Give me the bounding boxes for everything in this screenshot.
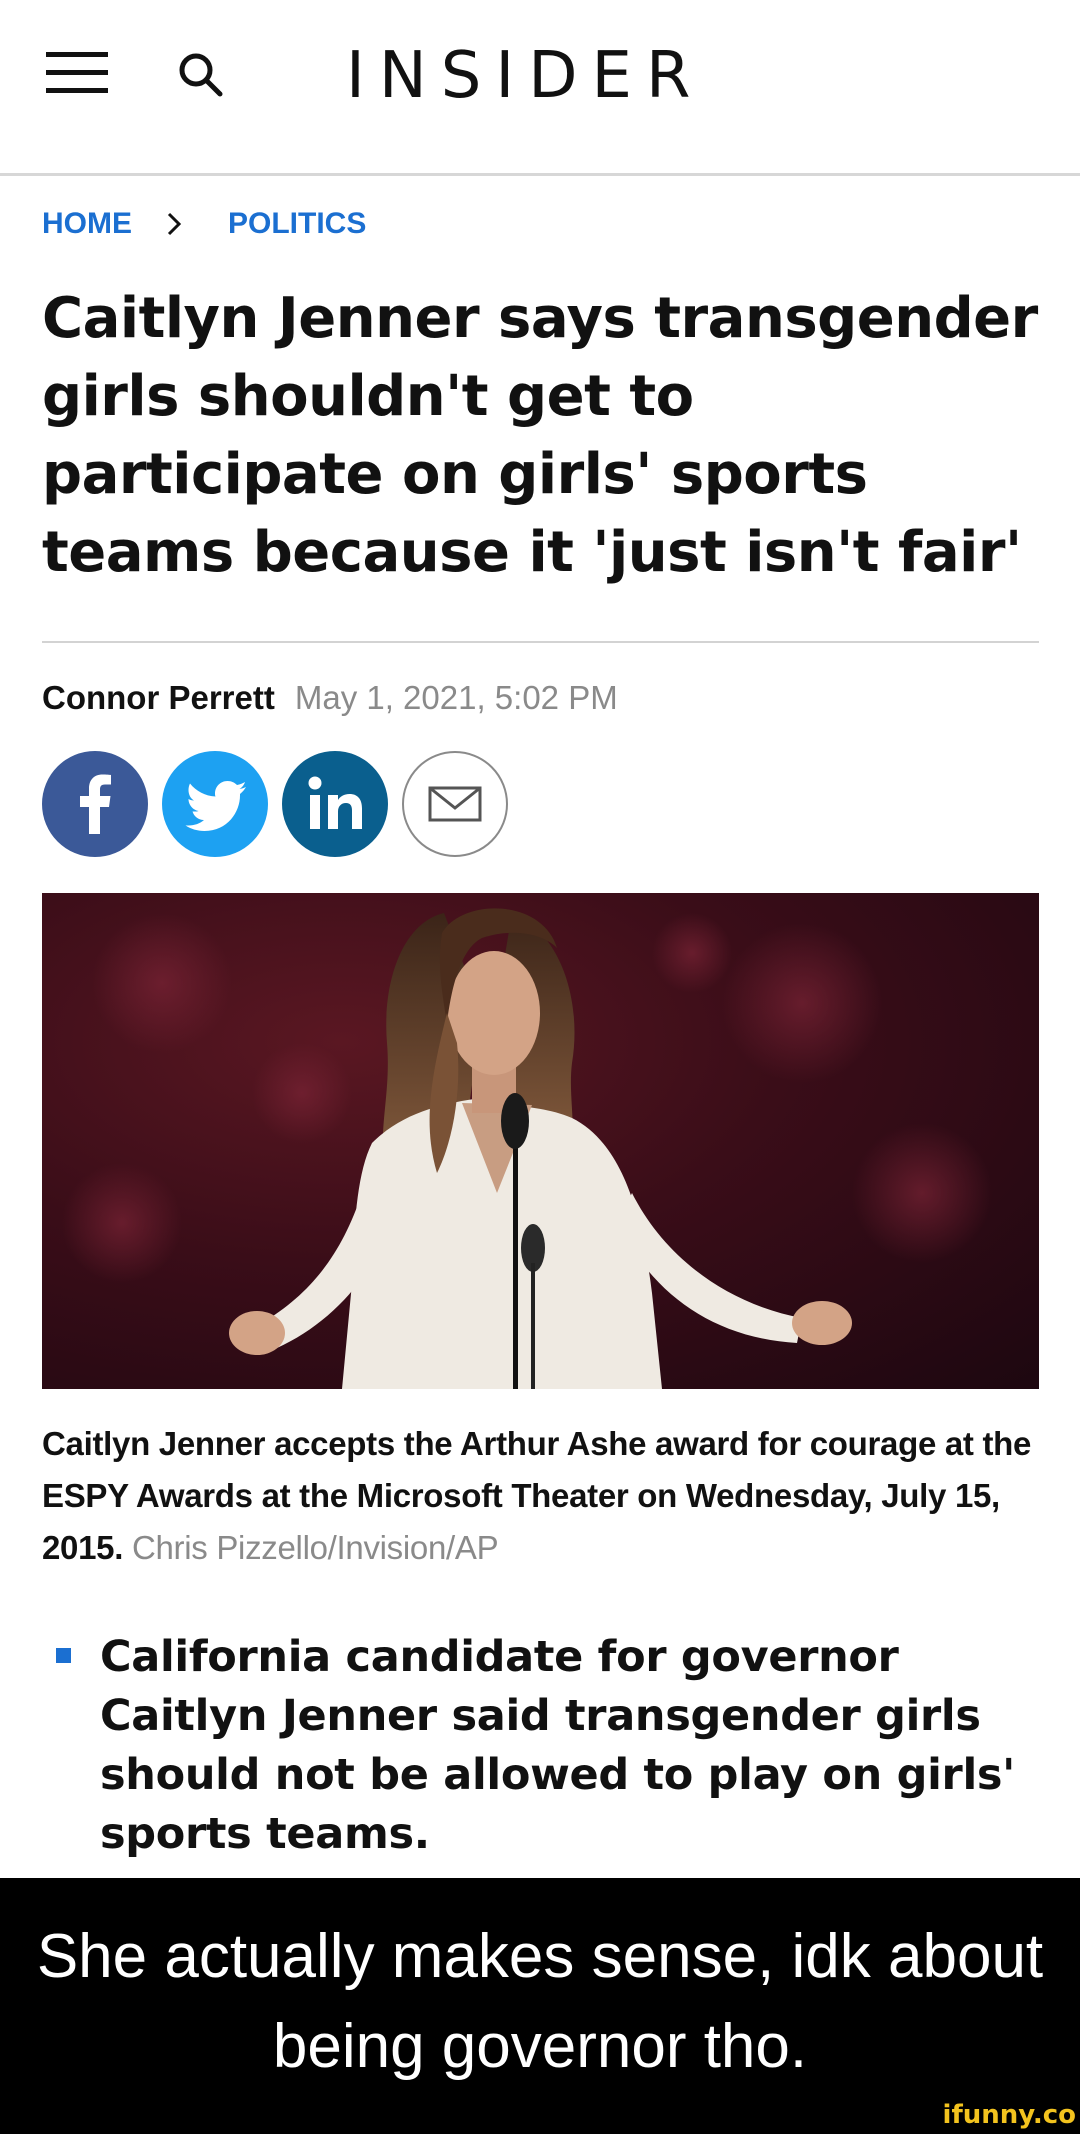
headline-divider (42, 641, 1039, 643)
bullet-square-icon (56, 1648, 71, 1663)
twitter-share-button[interactable] (162, 751, 268, 857)
breadcrumb: HOME POLITICS (42, 202, 366, 246)
linkedin-icon (308, 776, 362, 829)
photo-credit: Chris Pizzello/Invision/AP (131, 1529, 499, 1566)
twitter-icon (185, 781, 246, 831)
article-hero-image (42, 893, 1039, 1389)
author-name[interactable]: Connor Perrett (42, 679, 275, 717)
facebook-share-button[interactable] (42, 751, 148, 857)
breadcrumb-home-link[interactable]: HOME (42, 207, 132, 241)
meme-caption-bar: She actually makes sense, idk about bein… (0, 1878, 1080, 2134)
facebook-icon (80, 774, 111, 834)
key-point-text: California candidate for governor Caitly… (100, 1632, 1016, 1859)
image-caption: Caitlyn Jenner accepts the Arthur Ashe a… (42, 1418, 1042, 1574)
publish-date: May 1, 2021, 5:02 PM (294, 679, 618, 716)
search-icon[interactable] (176, 50, 228, 102)
linkedin-share-button[interactable] (282, 751, 388, 857)
email-icon (428, 786, 482, 822)
insider-logo[interactable]: INSIDER (346, 36, 704, 116)
breadcrumb-politics-link[interactable]: POLITICS (228, 207, 366, 241)
ifunny-watermark: ifunny.co (942, 2100, 1076, 2130)
site-header: INSIDER (0, 0, 1080, 176)
hamburger-menu-icon[interactable] (46, 52, 110, 96)
meme-caption-text: She actually makes sense, idk about bein… (36, 1922, 1044, 2081)
byline: Connor Perrett May 1, 2021, 5:02 PM (42, 676, 618, 720)
email-share-button[interactable] (402, 751, 508, 857)
share-buttons (42, 751, 508, 857)
chevron-right-icon (160, 210, 188, 238)
speaker-at-podium-photo (62, 908, 992, 1389)
article-headline: Caitlyn Jenner says transgender girls sh… (42, 286, 1038, 585)
